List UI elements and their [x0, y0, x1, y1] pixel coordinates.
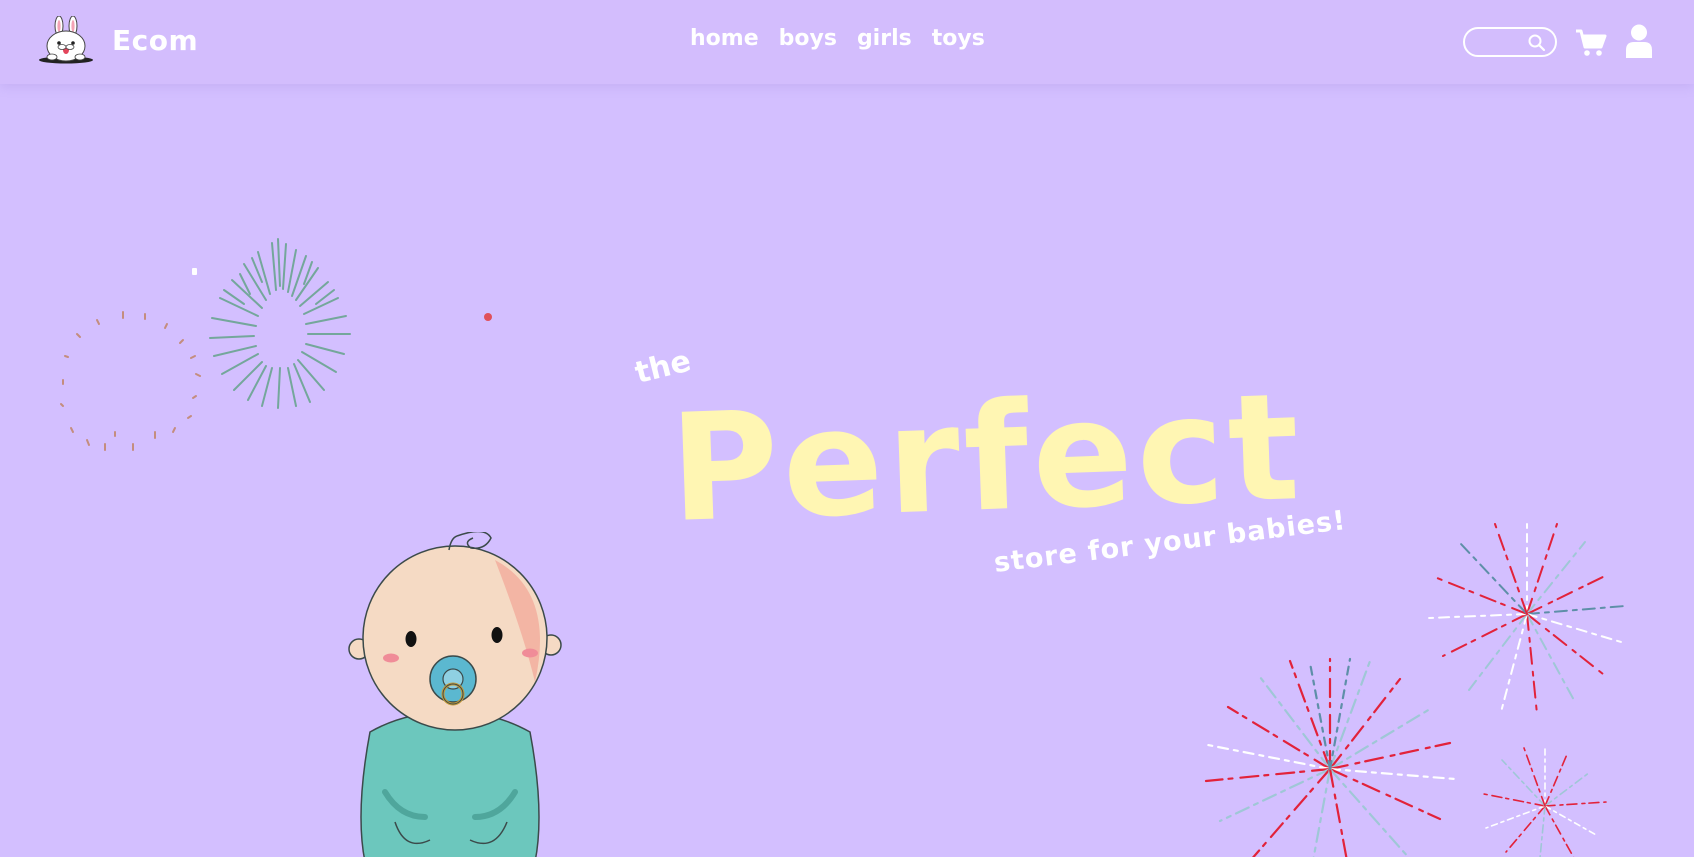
spark-dot-white: [192, 268, 197, 275]
fireworks-red-blue-top-icon: [1428, 519, 1626, 715]
spark-dot-red: [484, 313, 492, 321]
navbar: Ecom home boys girls toys: [0, 0, 1694, 84]
search-input[interactable]: [1473, 33, 1529, 51]
fireworks-red-blue-small-icon: [1483, 747, 1607, 857]
nav-link-boys[interactable]: boys: [779, 26, 837, 51]
main-nav: home boys girls toys: [690, 26, 985, 51]
nav-link-home[interactable]: home: [690, 26, 759, 51]
nav-link-toys[interactable]: toys: [932, 26, 985, 51]
fireworks-green-icon: [209, 238, 351, 409]
bunny-logo-icon[interactable]: [38, 16, 94, 64]
search-icon[interactable]: [1527, 33, 1547, 53]
fireworks-red-blue-large-icon: [1204, 657, 1457, 857]
baby-illustration: [348, 532, 562, 857]
cart-icon[interactable]: [1575, 28, 1607, 58]
nav-link-girls[interactable]: girls: [857, 26, 912, 51]
search-box[interactable]: [1463, 27, 1557, 57]
user-icon[interactable]: [1625, 24, 1653, 58]
hero-section: the Perfect store for your babies!: [0, 84, 1694, 857]
hero-title: Perfect: [667, 361, 1306, 555]
brand[interactable]: Ecom: [38, 16, 198, 64]
brand-name[interactable]: Ecom: [112, 24, 198, 57]
fireworks-dotted-ring-icon: [60, 311, 201, 451]
